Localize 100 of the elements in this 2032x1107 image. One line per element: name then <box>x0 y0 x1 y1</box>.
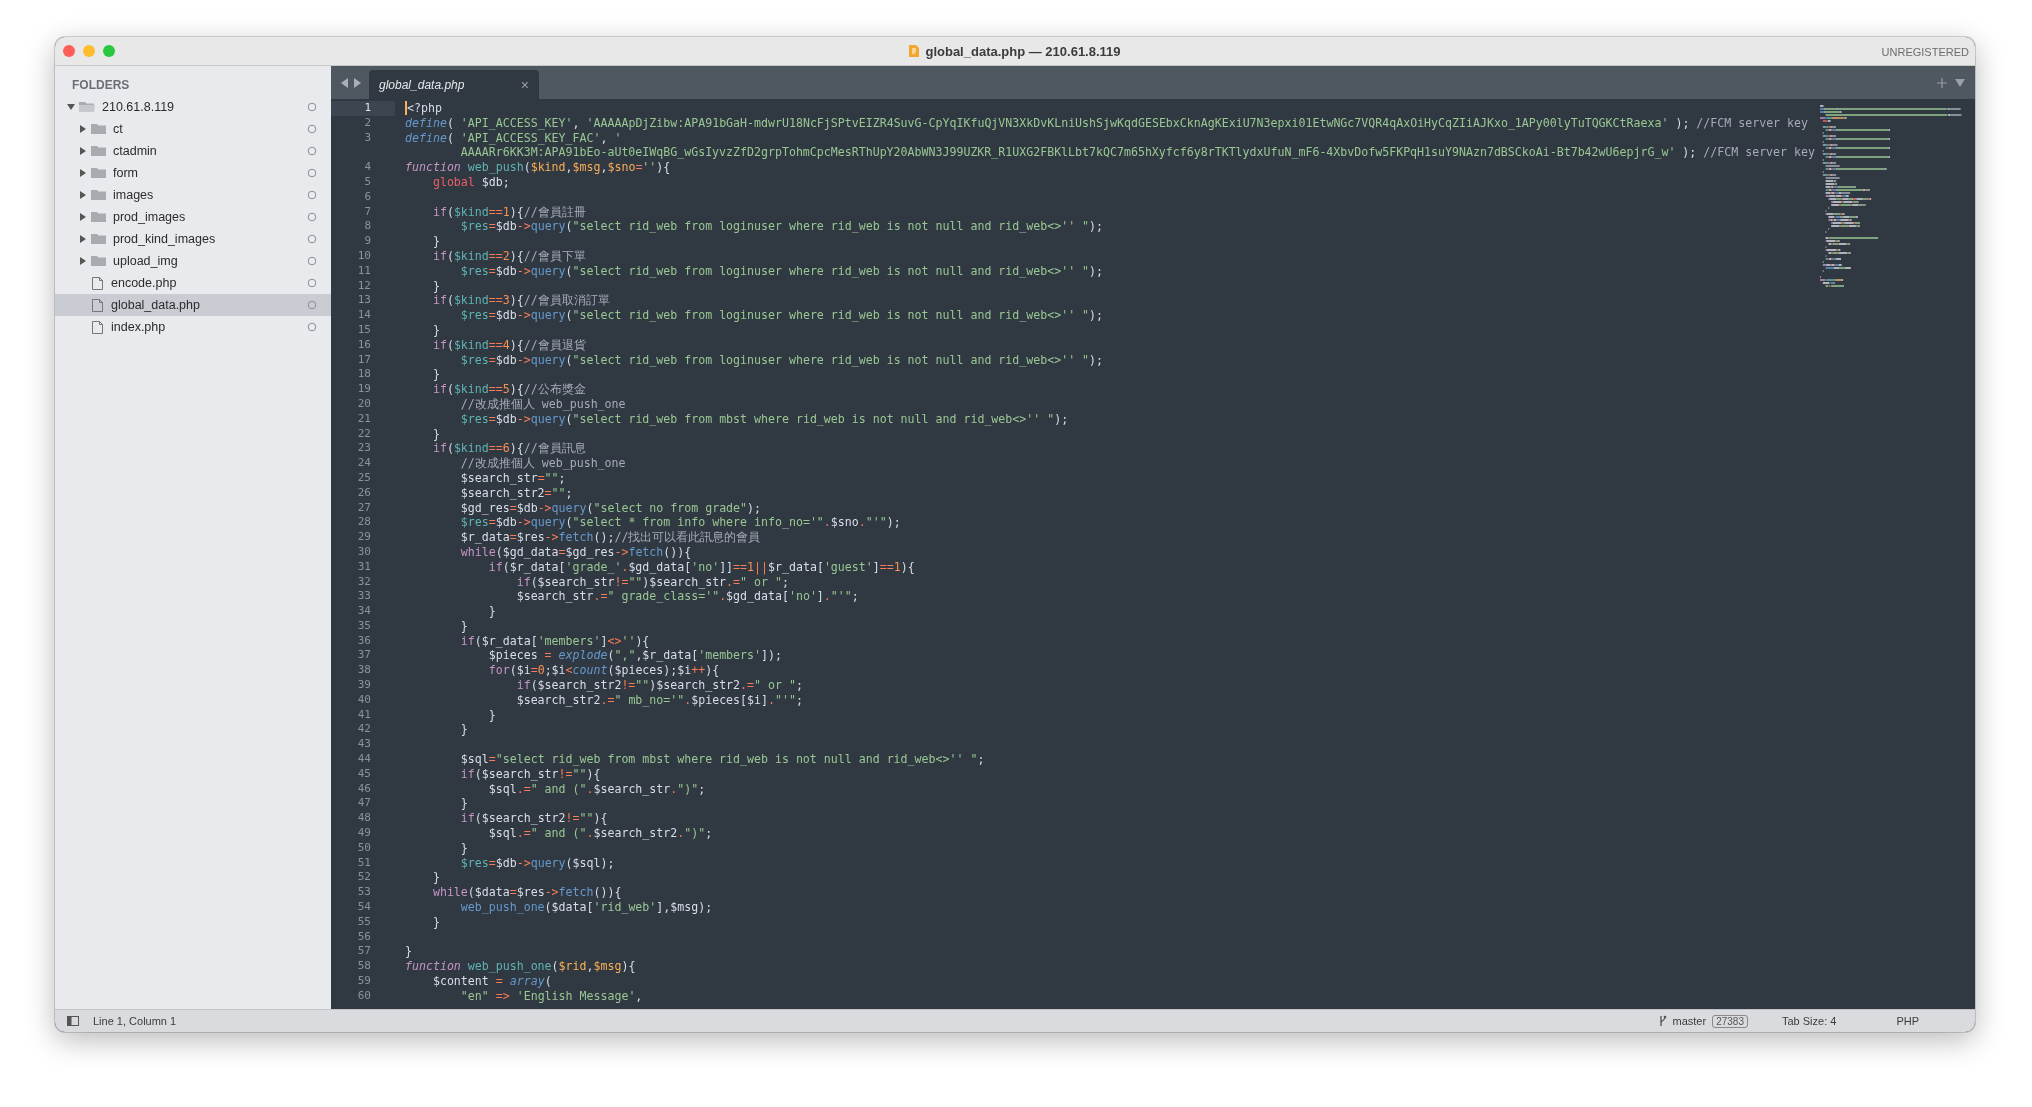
line-number: 33 <box>357 589 371 605</box>
line-number: 35 <box>357 618 371 634</box>
line-number: 4 <box>364 160 371 175</box>
code-line: while($gd_data=$gd_res->fetch()){ <box>459 544 692 560</box>
code-line: function web_push($kind,$msg,$sno=''){ <box>405 160 671 175</box>
sidebar-toggle-icon[interactable] <box>67 1016 79 1026</box>
code-line: global $db; <box>431 175 510 190</box>
close-tab-button[interactable]: × <box>520 76 529 93</box>
code-line: define( 'API_ACCESS_KEY_FAC', ' <box>405 130 622 146</box>
code-line: $content = array( <box>431 974 552 989</box>
code-line: if($kind==5){//公布獎金 <box>431 382 586 397</box>
code-line: $pieces = explode(",",$r_data['members']); <box>487 648 782 664</box>
circle-icon <box>307 190 317 200</box>
line-number: 60 <box>357 988 371 1004</box>
code-line: if($kind==3){//會員取消訂單 <box>431 293 610 309</box>
code-line: if($search_str2!=""){ <box>459 811 608 827</box>
line-number: 50 <box>357 840 371 856</box>
line-number: 5 <box>364 175 371 190</box>
code-line: } <box>405 944 412 960</box>
line-number: 55 <box>357 914 371 930</box>
line-number: 48 <box>357 811 371 827</box>
dropdown-icon[interactable] <box>1955 78 1965 87</box>
folder-icon <box>91 255 106 267</box>
sidebar-item[interactable]: ctadmin <box>55 140 331 162</box>
code-line: if($search_str2!="")$search_str2.=" or "; <box>515 678 803 693</box>
collapsed-arrow-icon <box>79 191 87 199</box>
code-line: if($search_str!=""){ <box>459 766 601 782</box>
code-line: if($kind==4){//會員退貨 <box>431 337 586 353</box>
code-line: $res=$db->query("select rid_web from mbst where rid_web is not null and rid_web<>'' "); <box>459 411 1069 427</box>
forward-icon[interactable] <box>354 77 361 88</box>
collapsed-arrow-icon <box>79 125 87 133</box>
zoom-button[interactable] <box>103 45 115 57</box>
tab-size[interactable]: Tab Size: 4 <box>1781 1015 1837 1027</box>
code-line: function web_push_one($rid,$msg){ <box>405 959 636 974</box>
line-number: 26 <box>357 485 371 501</box>
code-line: if($search_str!="")$search_str.=" or "; <box>515 574 789 590</box>
file-icon <box>91 320 104 334</box>
line-number: 51 <box>357 855 371 871</box>
circle-icon <box>307 256 317 266</box>
code-line: } <box>431 278 440 294</box>
line-number: 2 <box>364 115 371 131</box>
code-line: } <box>431 322 440 338</box>
line-number: 49 <box>357 826 371 841</box>
code-line: } <box>459 722 468 738</box>
sidebar-item[interactable]: global_data.php <box>55 294 331 316</box>
line-number: 3 <box>364 130 371 146</box>
back-icon[interactable] <box>341 77 348 88</box>
line-number: 37 <box>357 648 371 664</box>
line-number: 13 <box>357 293 371 309</box>
line-number: 8 <box>364 219 371 235</box>
line-number: 9 <box>364 234 371 249</box>
code-line: } <box>431 914 440 930</box>
line-number: 14 <box>357 308 371 323</box>
line-number: 32 <box>357 574 371 590</box>
line-number: 15 <box>357 322 371 338</box>
line-number: 22 <box>357 426 371 442</box>
line-number: 18 <box>357 367 371 383</box>
syntax-label[interactable]: PHP <box>1896 1015 1919 1027</box>
line-number: 24 <box>357 456 371 471</box>
cursor-position: Line 1, Column 1 <box>93 1015 177 1027</box>
code-line: } <box>459 840 468 856</box>
sidebar-item[interactable]: prod_kind_images <box>55 228 331 250</box>
line-number: 27 <box>357 500 371 516</box>
git-branch[interactable]: master <box>1672 1015 1707 1027</box>
window-title: global_data.php — 210.61.8.119 <box>925 43 1121 59</box>
line-number: 12 <box>357 278 371 294</box>
code-line: } <box>431 367 440 383</box>
circle-icon <box>307 146 317 156</box>
sidebar-item[interactable]: form <box>55 162 331 184</box>
folder-icon <box>91 189 106 201</box>
sidebar-item[interactable]: ct <box>55 118 331 140</box>
line-number: 25 <box>357 470 371 486</box>
code-line: while($data=$res->fetch()){ <box>431 885 622 901</box>
open-folder-icon <box>79 101 95 113</box>
sidebar-item[interactable]: encode.php <box>55 272 331 294</box>
line-number: 52 <box>357 870 371 886</box>
code-line: $res=$db->query("select rid_web from loginuser where rid_web is not null and rid_web<>'' "); <box>459 308 1104 323</box>
sidebar-item[interactable]: prod_images <box>55 206 331 228</box>
code-line: web_push_one($data['rid_web'],$msg); <box>459 900 713 915</box>
line-number: 53 <box>357 885 371 901</box>
code-line: if($kind==6){//會員訊息 <box>431 441 586 457</box>
code-line: $search_str.=" grade_class='".$gd_data['no']."'"; <box>515 589 859 605</box>
circle-icon <box>307 102 317 112</box>
folder-icon <box>91 167 106 179</box>
code-line: $gd_res=$db->query("select no from grade"); <box>459 500 762 516</box>
code-line: } <box>459 796 468 812</box>
line-number: 30 <box>357 544 371 560</box>
line-number: 7 <box>364 204 371 220</box>
sidebar-item[interactable]: images <box>55 184 331 206</box>
sidebar-item[interactable]: 210.61.8.119 <box>55 96 331 118</box>
close-button[interactable] <box>63 45 75 57</box>
file-tab[interactable]: global_data.php × <box>369 70 539 99</box>
circle-icon <box>307 124 317 134</box>
plus-icon[interactable] <box>1937 77 1947 88</box>
line-number: 6 <box>364 189 371 205</box>
code-line: if($r_data['grade_'.$gd_data['no']]==1||$r_data['guest']==1){ <box>487 559 915 575</box>
sidebar-item[interactable]: upload_img <box>55 250 331 272</box>
line-number: 43 <box>357 737 371 753</box>
expanded-arrow-icon <box>67 103 75 111</box>
sidebar-item[interactable]: index.php <box>55 316 331 338</box>
